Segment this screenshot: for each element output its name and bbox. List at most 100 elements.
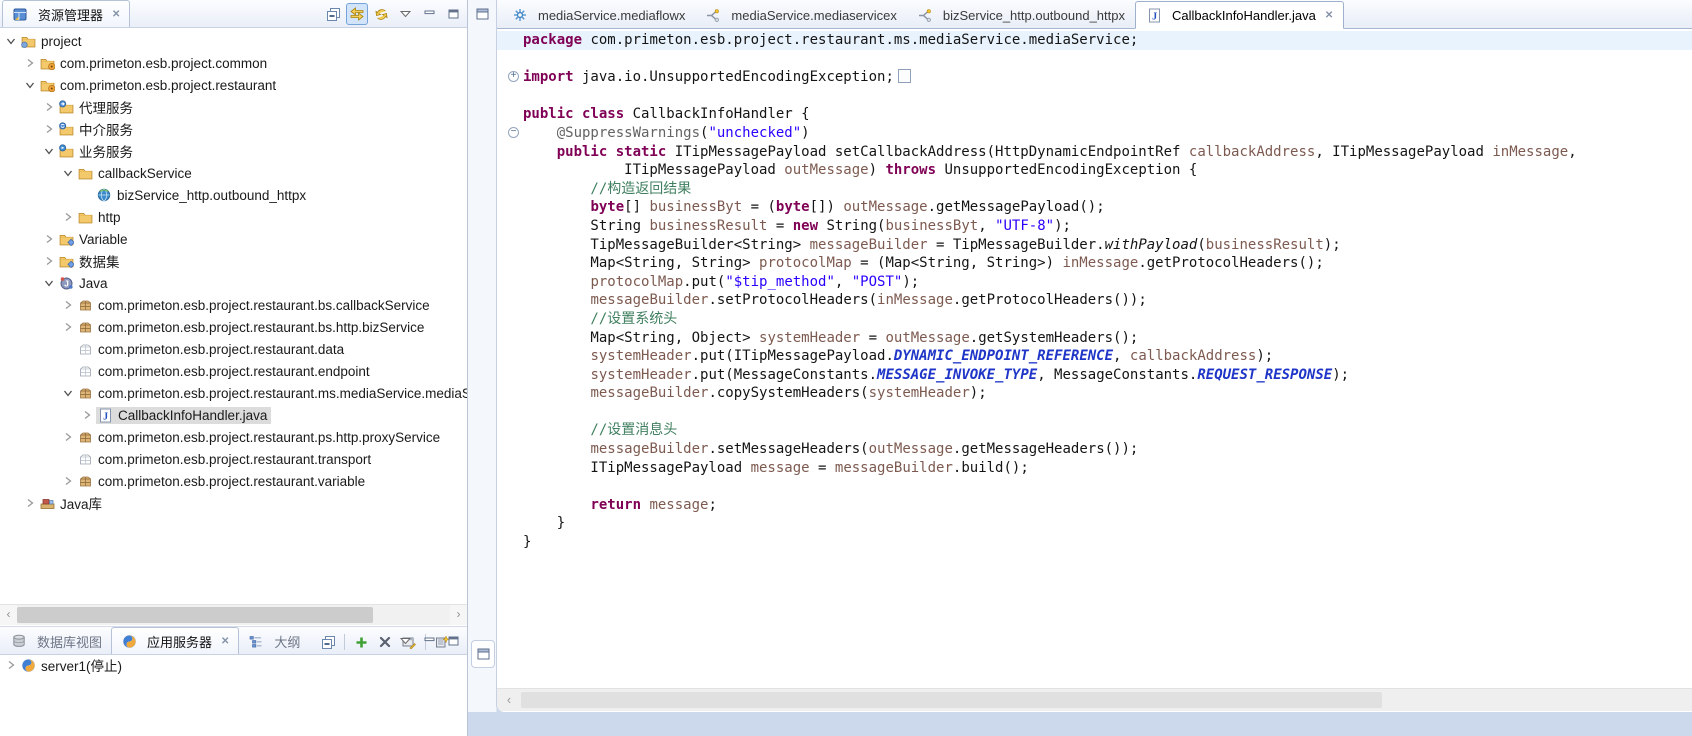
code-line-16[interactable]: //设置系统头 bbox=[497, 310, 1692, 329]
twistie-collapsed-icon[interactable] bbox=[62, 476, 73, 487]
view-menu-button[interactable] bbox=[394, 630, 416, 652]
tree-item-数据集[interactable]: 数据集 bbox=[0, 250, 467, 272]
maximize-button[interactable] bbox=[442, 3, 464, 25]
code-editor[interactable]: package com.primeton.esb.project.restaur… bbox=[497, 29, 1692, 691]
code-line-23[interactable]: messageBuilder.setMessageHeaders(outMess… bbox=[497, 440, 1692, 459]
tree-item-project[interactable]: project bbox=[0, 30, 467, 52]
tree-item-中介服务[interactable]: 中介服务 bbox=[0, 118, 467, 140]
close-icon[interactable]: ✕ bbox=[112, 9, 120, 20]
twistie-collapsed-icon[interactable] bbox=[43, 256, 54, 267]
twistie-collapsed-icon[interactable] bbox=[81, 410, 92, 421]
view-tab-数据库视图[interactable]: 数据库视图 bbox=[2, 628, 111, 654]
code-line-6[interactable]: − @SuppressWarnings("unchecked") bbox=[497, 124, 1692, 143]
tree-item-com.primeton.esb.project.restaurant[interactable]: com.primeton.esb.project.restaurant bbox=[0, 74, 467, 96]
code-line-14[interactable]: protocolMap.put("$tip_method", "POST"); bbox=[497, 273, 1692, 292]
add-button[interactable] bbox=[350, 631, 372, 653]
code-line-4[interactable] bbox=[497, 87, 1692, 106]
tree-item-http[interactable]: http bbox=[0, 206, 467, 228]
tree-item-callbackService[interactable]: callbackService bbox=[0, 162, 467, 184]
collapse-all-button[interactable] bbox=[322, 3, 344, 25]
tree-item-com.primeton.esb.project.common[interactable]: com.primeton.esb.project.common bbox=[0, 52, 467, 74]
minimize-button[interactable] bbox=[418, 3, 440, 25]
tree-item-com.primeton.esb.project.restaurant.bs.http.bizService[interactable]: com.primeton.esb.project.restaurant.bs.h… bbox=[0, 316, 467, 338]
collapse-all-button[interactable] bbox=[317, 631, 339, 653]
code-line-5[interactable]: public class CallbackInfoHandler { bbox=[497, 105, 1692, 124]
code-line-28[interactable]: } bbox=[497, 533, 1692, 552]
scrollbar-thumb[interactable] bbox=[17, 607, 373, 623]
twistie-collapsed-icon[interactable] bbox=[24, 498, 35, 509]
tree-item-代理服务[interactable]: 代理服务 bbox=[0, 96, 467, 118]
code-line-24[interactable]: ITipMessagePayload message = messageBuil… bbox=[497, 459, 1692, 478]
editor-tab-mediaService.mediaservicex[interactable]: mediaService.mediaservicex bbox=[695, 2, 906, 28]
fold-minus-icon[interactable]: − bbox=[508, 127, 519, 138]
code-line-7[interactable]: public static ITipMessagePayload setCall… bbox=[497, 143, 1692, 162]
collapsed-region-icon[interactable] bbox=[898, 69, 911, 83]
twistie-collapsed-icon[interactable] bbox=[24, 58, 35, 69]
twistie-expanded-icon[interactable] bbox=[24, 80, 35, 91]
code-line-8[interactable]: ITipMessagePayload outMessage) throws Un… bbox=[497, 161, 1692, 180]
code-line-25[interactable] bbox=[497, 477, 1692, 496]
twistie-collapsed-icon[interactable] bbox=[62, 432, 73, 443]
code-line-12[interactable]: TipMessageBuilder<String> messageBuilder… bbox=[497, 236, 1692, 255]
scroll-left-icon[interactable]: ‹ bbox=[499, 689, 519, 711]
twistie-collapsed-icon[interactable] bbox=[43, 234, 54, 245]
tree-item-Java[interactable]: JJava bbox=[0, 272, 467, 294]
scrollbar-thumb[interactable] bbox=[521, 692, 1382, 708]
twistie-collapsed-icon[interactable] bbox=[43, 102, 54, 113]
minimize-button[interactable] bbox=[418, 630, 440, 652]
code-line-11[interactable]: String businessResult = new String(busin… bbox=[497, 217, 1692, 236]
tree-item-CallbackInfoHandler.java[interactable]: JCallbackInfoHandler.java bbox=[0, 404, 467, 426]
code-line-20[interactable]: messageBuilder.copySystemHeaders(systemH… bbox=[497, 384, 1692, 403]
tree-item-com.primeton.esb.project.restaurant.ps.http.proxyService[interactable]: com.primeton.esb.project.restaurant.ps.h… bbox=[0, 426, 467, 448]
restore-view-button-top[interactable] bbox=[471, 3, 493, 25]
twistie-collapsed-icon[interactable] bbox=[62, 212, 73, 223]
twistie-collapsed-icon[interactable] bbox=[62, 322, 73, 333]
code-line-10[interactable]: byte[] businessByt = (byte[]) outMessage… bbox=[497, 198, 1692, 217]
close-icon[interactable]: ✕ bbox=[221, 636, 229, 647]
fold-plus-icon[interactable]: + bbox=[508, 71, 519, 82]
close-icon[interactable]: ✕ bbox=[1325, 10, 1333, 21]
code-line-22[interactable]: //设置消息头 bbox=[497, 421, 1692, 440]
editor-tab-CallbackInfoHandler.java[interactable]: JCallbackInfoHandler.java✕ bbox=[1135, 1, 1344, 29]
code-line-27[interactable]: } bbox=[497, 514, 1692, 533]
view-tab-大纲[interactable]: 大纲 bbox=[239, 628, 309, 654]
tree-item-com.primeton.esb.project.restaurant.ms.mediaService.mediaService[interactable]: com.primeton.esb.project.restaurant.ms.m… bbox=[0, 382, 467, 404]
twistie-collapsed-icon[interactable] bbox=[43, 124, 54, 135]
code-line-19[interactable]: systemHeader.put(MessageConstants.MESSAG… bbox=[497, 366, 1692, 385]
tree-item-com.primeton.esb.project.restaurant.bs.callbackService[interactable]: com.primeton.esb.project.restaurant.bs.c… bbox=[0, 294, 467, 316]
scroll-right-icon[interactable]: › bbox=[450, 605, 467, 625]
maximize-button[interactable] bbox=[442, 630, 464, 652]
twistie-expanded-icon[interactable] bbox=[5, 36, 16, 47]
code-line-3[interactable]: +import java.io.UnsupportedEncodingExcep… bbox=[497, 68, 1692, 87]
link-editor-button[interactable] bbox=[346, 3, 368, 25]
tree-item-com.primeton.esb.project.restaurant.variable[interactable]: com.primeton.esb.project.restaurant.vari… bbox=[0, 470, 467, 492]
code-line-2[interactable] bbox=[497, 50, 1692, 69]
tree-item-com.primeton.esb.project.restaurant.data[interactable]: com.primeton.esb.project.restaurant.data bbox=[0, 338, 467, 360]
tab-resource-explorer[interactable]: 资源管理器 ✕ bbox=[2, 0, 130, 27]
tree-item-com.primeton.esb.project.restaurant.transport[interactable]: com.primeton.esb.project.restaurant.tran… bbox=[0, 448, 467, 470]
restore-view-button-bottom[interactable] bbox=[471, 640, 495, 668]
code-line-17[interactable]: Map<String, Object> systemHeader = outMe… bbox=[497, 329, 1692, 348]
twistie-expanded-icon[interactable] bbox=[43, 146, 54, 157]
code-line-9[interactable]: //构造返回结果 bbox=[497, 180, 1692, 199]
view-menu-button[interactable] bbox=[394, 3, 416, 25]
twistie-collapsed-icon[interactable] bbox=[5, 660, 16, 671]
editor-tab-mediaService.mediaflowx[interactable]: mediaService.mediaflowx bbox=[502, 2, 695, 28]
tree-item-Variable[interactable]: Variable bbox=[0, 228, 467, 250]
refresh-button[interactable] bbox=[370, 3, 392, 25]
code-line-1[interactable]: package com.primeton.esb.project.restaur… bbox=[497, 31, 1692, 50]
twistie-collapsed-icon[interactable] bbox=[62, 300, 73, 311]
code-line-13[interactable]: Map<String, String> protocolMap = (Map<S… bbox=[497, 254, 1692, 273]
code-line-15[interactable]: messageBuilder.setProtocolHeaders(inMess… bbox=[497, 291, 1692, 310]
tree-item-业务服务[interactable]: 业务服务 bbox=[0, 140, 467, 162]
explorer-hscrollbar[interactable]: ‹ › bbox=[0, 604, 467, 625]
twistie-expanded-icon[interactable] bbox=[62, 168, 73, 179]
tree-item-com.primeton.esb.project.restaurant.endpoint[interactable]: com.primeton.esb.project.restaurant.endp… bbox=[0, 360, 467, 382]
twistie-expanded-icon[interactable] bbox=[62, 388, 73, 399]
view-tab-应用服务器[interactable]: 应用服务器✕ bbox=[111, 627, 239, 654]
code-line-18[interactable]: systemHeader.put(ITipMessagePayload.DYNA… bbox=[497, 347, 1692, 366]
twistie-expanded-icon[interactable] bbox=[43, 278, 54, 289]
code-line-21[interactable] bbox=[497, 403, 1692, 422]
tree-item-bizService_http.outbound_httpx[interactable]: bizService_http.outbound_httpx bbox=[0, 184, 467, 206]
scroll-left-icon[interactable]: ‹ bbox=[0, 605, 17, 625]
